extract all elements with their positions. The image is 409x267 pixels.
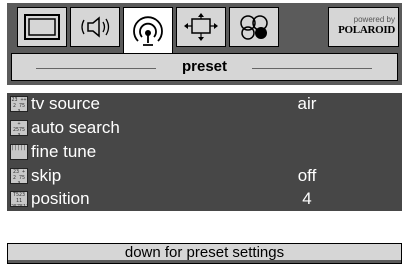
menu-item-label: position [31,189,90,208]
header-panel: preset [11,53,398,81]
auto-search-icon: + 2575 3 [10,120,28,136]
menu-item-fine-tune[interactable]: |||||| fine tune [7,141,402,164]
menu-item-label: fine tune [31,142,97,161]
hint-bar: down for preset settings [7,243,402,264]
header: preset [7,53,402,85]
tab-bar: powered by POLAROID [7,3,402,53]
antenna-icon [130,15,166,47]
fine-tune-icon: |||||| [10,144,28,160]
menu-item-value: air [297,94,317,113]
menu-item-tv-source[interactable]: 23 ++ 2 75 3 tv source air [7,93,402,116]
menu-item-auto-search[interactable]: + 2575 3 auto search [7,117,402,140]
tab-preset[interactable] [123,7,173,53]
menu-item-label: auto search [31,118,120,137]
brand-name: POLAROID [338,24,395,36]
menu-item-skip[interactable]: 23 + 2 75 3 skip off [7,165,402,188]
screen-icon [24,14,60,40]
hint-text: down for preset settings [124,244,285,261]
menu-item-label: tv source [31,94,100,113]
tab-screen[interactable] [17,7,67,47]
position-icon: T523 11 2575123 [10,191,28,207]
features-icon [235,12,273,42]
brand-powered-by: powered by [353,15,395,24]
tab-audio[interactable] [70,7,120,47]
skip-icon: 23 + 2 75 3 [10,168,28,184]
menu-item-value: off [297,166,317,185]
hint-underline [8,260,401,263]
page-title: preset [181,58,228,75]
preset-menu: 23 ++ 2 75 3 tv source air + 2575 3 auto… [7,93,402,211]
tab-picture[interactable] [176,7,226,47]
speaker-icon [77,12,113,42]
picture-adjust-icon [181,12,221,42]
menu-item-value: 4 [302,189,312,208]
tab-features[interactable] [229,7,279,47]
brand-logo: powered by POLAROID [328,7,399,47]
menu-item-position[interactable]: T523 11 2575123 position 4 [7,188,402,211]
tv-source-icon: 23 ++ 2 75 3 [10,96,28,112]
menu-item-label: skip [31,166,62,185]
